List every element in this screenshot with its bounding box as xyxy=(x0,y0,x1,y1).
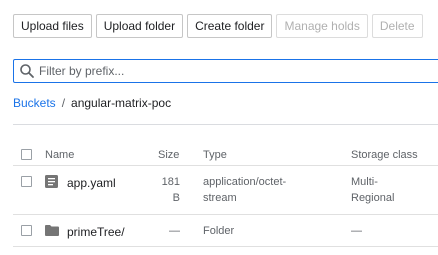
file-size-value: 181 xyxy=(161,176,180,188)
column-header-storage-class[interactable]: Storage class xyxy=(351,149,418,161)
folder-storage-class: — xyxy=(351,225,362,237)
select-all-checkbox[interactable] xyxy=(21,149,32,160)
column-header-size[interactable]: Size xyxy=(158,149,179,161)
create-folder-button[interactable]: Create folder xyxy=(187,14,273,38)
file-size-unit: B xyxy=(172,192,180,204)
row-checkbox[interactable] xyxy=(21,176,32,187)
toolbar: Upload files Upload folder Create folder… xyxy=(13,14,423,38)
filter-box[interactable] xyxy=(13,59,438,83)
file-name-link[interactable]: app.yaml xyxy=(67,176,116,190)
file-storage-class-line2: Regional xyxy=(351,192,395,204)
column-header-type[interactable]: Type xyxy=(203,149,227,161)
row-checkbox[interactable] xyxy=(21,225,32,236)
divider xyxy=(13,124,438,125)
folder-icon xyxy=(45,225,59,236)
folder-type: Folder xyxy=(203,225,235,237)
delete-button[interactable]: Delete xyxy=(371,14,423,38)
breadcrumb-buckets-link[interactable]: Buckets xyxy=(13,96,56,110)
row-divider xyxy=(13,246,438,247)
file-icon xyxy=(45,175,58,188)
upload-files-button[interactable]: Upload files xyxy=(13,14,92,38)
folder-name-link[interactable]: primeTree/ xyxy=(67,225,125,239)
search-icon xyxy=(20,64,34,78)
row-divider xyxy=(13,214,438,215)
file-size: 181 B xyxy=(160,176,180,204)
manage-holds-button[interactable]: Manage holds xyxy=(276,14,368,38)
breadcrumb: Buckets / angular-matrix-poc xyxy=(13,96,171,110)
file-storage-class-line1: Multi- xyxy=(351,176,378,188)
upload-folder-button[interactable]: Upload folder xyxy=(95,14,184,38)
file-storage-class: Multi- Regional xyxy=(351,176,394,204)
file-type-line2: stream xyxy=(203,192,237,204)
folder-size: — xyxy=(169,225,180,237)
file-type: application/octet- stream xyxy=(203,176,286,204)
header-divider xyxy=(13,165,438,166)
filter-input[interactable] xyxy=(39,64,419,78)
breadcrumb-separator: / xyxy=(61,96,66,110)
column-header-name[interactable]: Name xyxy=(45,149,74,161)
breadcrumb-current: angular-matrix-poc xyxy=(71,96,172,110)
file-type-line1: application/octet- xyxy=(203,176,287,188)
